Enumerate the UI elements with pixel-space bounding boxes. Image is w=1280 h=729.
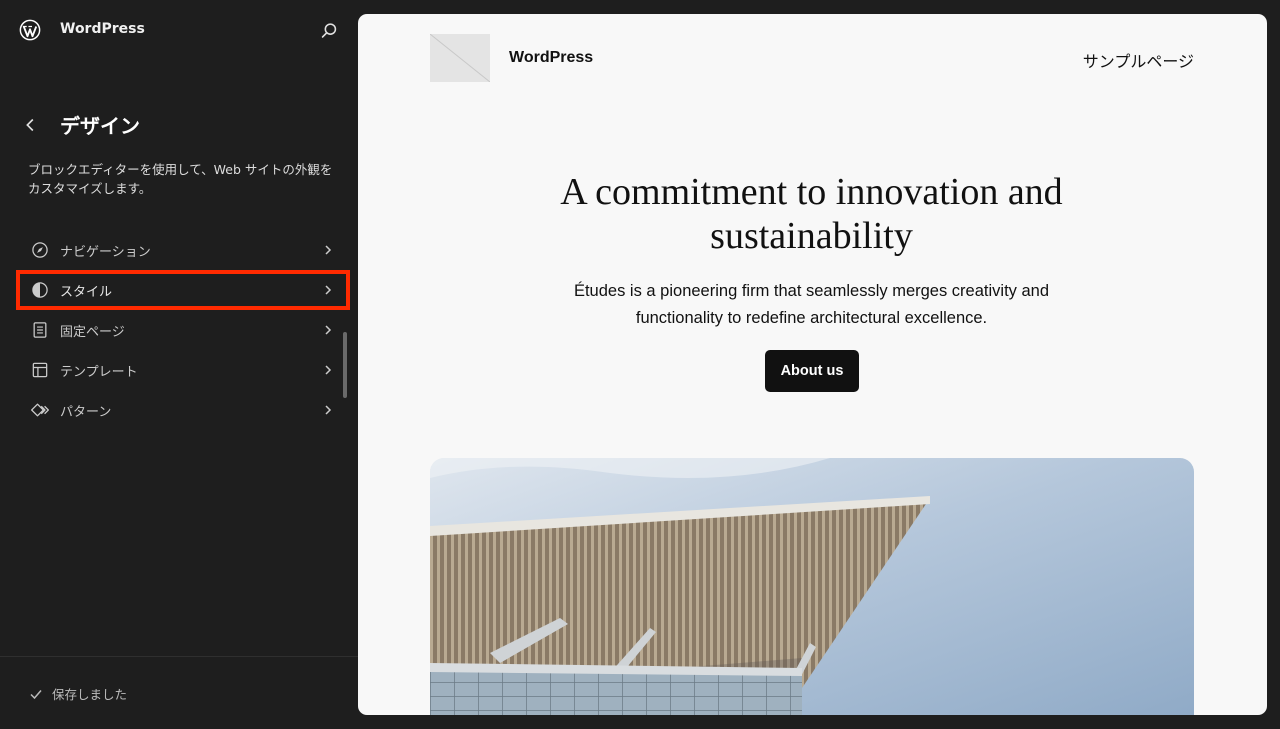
nav-item-label: テンプレート: [60, 365, 138, 380]
template-icon: [32, 362, 48, 378]
site-preview-canvas[interactable]: WordPress サンプルページ A commitment to innova…: [358, 14, 1267, 715]
nav-item-label: 固定ページ: [60, 325, 125, 340]
chevron-right-icon: [325, 245, 332, 255]
nav-item-label: パターン: [60, 405, 112, 420]
chevron-right-icon: [325, 285, 332, 295]
site-name[interactable]: WordPress: [60, 21, 145, 37]
page-icon: [33, 322, 47, 338]
site-logo-placeholder[interactable]: [430, 34, 490, 82]
back-chevron-icon[interactable]: [20, 114, 42, 136]
about-us-button[interactable]: About us: [765, 350, 859, 392]
panel-description: ブロックエディターを使用して、Web サイトの外観をカスタマイズします。: [28, 162, 333, 196]
nav-item-navigation[interactable]: ナビゲーション: [16, 230, 350, 270]
nav-item-templates[interactable]: テンプレート: [16, 350, 350, 390]
nav-item-pages[interactable]: 固定ページ: [16, 310, 350, 350]
save-status-text: 保存しました: [52, 687, 128, 702]
chevron-right-icon: [325, 405, 332, 415]
hero-paragraph: Études is a pioneering firm that seamles…: [573, 282, 1050, 327]
nav-item-label: スタイル: [60, 285, 113, 300]
hero-heading: A commitment to innovation and sustainab…: [560, 171, 1063, 257]
nav-item-patterns[interactable]: パターン: [16, 390, 350, 430]
search-icon[interactable]: [318, 20, 340, 42]
styles-icon: [32, 282, 48, 298]
nav-item-label: ナビゲーション: [60, 245, 151, 260]
sidebar: WordPress デザイン ブロックエディターを使用して、Web サイトの外観…: [0, 0, 358, 729]
chevron-right-icon: [325, 325, 332, 335]
navigation-icon: [32, 242, 48, 258]
nav-item-styles[interactable]: スタイル: [16, 270, 350, 310]
panel-title: デザイン: [60, 114, 140, 138]
footer-divider: [0, 656, 358, 657]
save-status: 保存しました: [28, 684, 127, 703]
preview-site-title[interactable]: WordPress: [509, 49, 593, 67]
wordpress-logo-icon[interactable]: [19, 19, 41, 41]
design-navigation-menu: ナビゲーション スタイル 固定ページ テンプレート パターン: [16, 230, 350, 430]
check-icon: [30, 689, 42, 699]
sidebar-scrollbar[interactable]: [343, 332, 347, 398]
preview-nav-link[interactable]: サンプルページ: [1083, 48, 1194, 72]
architecture-photo: [430, 458, 1194, 715]
sidebar-header: WordPress: [0, 0, 358, 60]
pattern-icon: [31, 403, 49, 417]
chevron-right-icon: [325, 365, 332, 375]
